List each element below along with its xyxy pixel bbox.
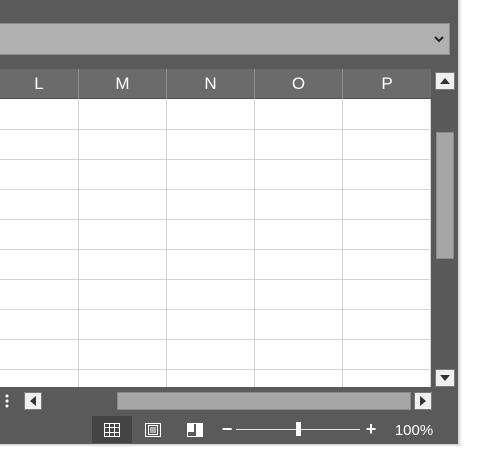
column-label: P [381,74,393,93]
column-header-m[interactable]: M [79,69,167,99]
page-layout-view-icon [145,422,161,437]
split-handle-icon[interactable] [4,394,10,410]
chevron-down-icon[interactable] [431,31,447,47]
arrow-right-icon [420,396,426,406]
window-shadow [0,444,460,447]
horizontal-scroll-area [0,388,456,415]
gridline [0,129,431,130]
scroll-left-button[interactable] [24,392,42,410]
normal-view-icon [104,422,120,437]
excel-window: L M N O P − + 100% [0,0,458,444]
page-break-preview-button[interactable] [175,416,215,443]
horizontal-scroll-thumb[interactable] [117,392,411,410]
arrow-up-icon [440,78,450,84]
gridline [0,249,431,250]
column-header-l[interactable]: L [0,69,79,99]
gridline [0,309,431,310]
vertical-scrollbar[interactable] [432,71,456,388]
scroll-down-button[interactable] [435,369,455,387]
gridline [430,99,431,387]
page-break-preview-icon [187,422,203,437]
zoom-slider-thumb[interactable] [296,422,301,436]
arrow-left-icon [30,396,36,406]
arrow-down-icon [440,375,450,381]
status-bar: − + 100% [0,415,458,444]
column-header-row: L M N O P [0,69,431,99]
column-label: O [291,74,306,93]
gridline [0,189,431,190]
scroll-right-button[interactable] [414,392,432,410]
gridline [0,219,431,220]
zoom-out-button[interactable]: − [220,419,234,439]
gridline [166,99,167,387]
cell-grid[interactable] [0,99,431,387]
column-label: M [115,74,130,93]
gridline [0,279,431,280]
column-header-n[interactable]: N [167,69,255,99]
column-header-o[interactable]: O [255,69,343,99]
column-label: L [34,74,44,93]
window-shadow [458,0,462,446]
formula-bar[interactable] [0,23,450,55]
gridline [342,99,343,387]
gridline [254,99,255,387]
gridline [0,159,431,160]
gridline [78,99,79,387]
gridline [0,339,431,340]
normal-view-button[interactable] [92,416,132,443]
column-label: N [204,74,217,93]
column-header-p[interactable]: P [343,69,431,99]
zoom-in-button[interactable]: + [364,419,378,439]
page-layout-view-button[interactable] [133,416,173,443]
zoom-level[interactable]: 100% [388,420,440,440]
vertical-scroll-thumb[interactable] [436,132,454,259]
scroll-up-button[interactable] [435,72,455,90]
gridline [0,369,431,370]
